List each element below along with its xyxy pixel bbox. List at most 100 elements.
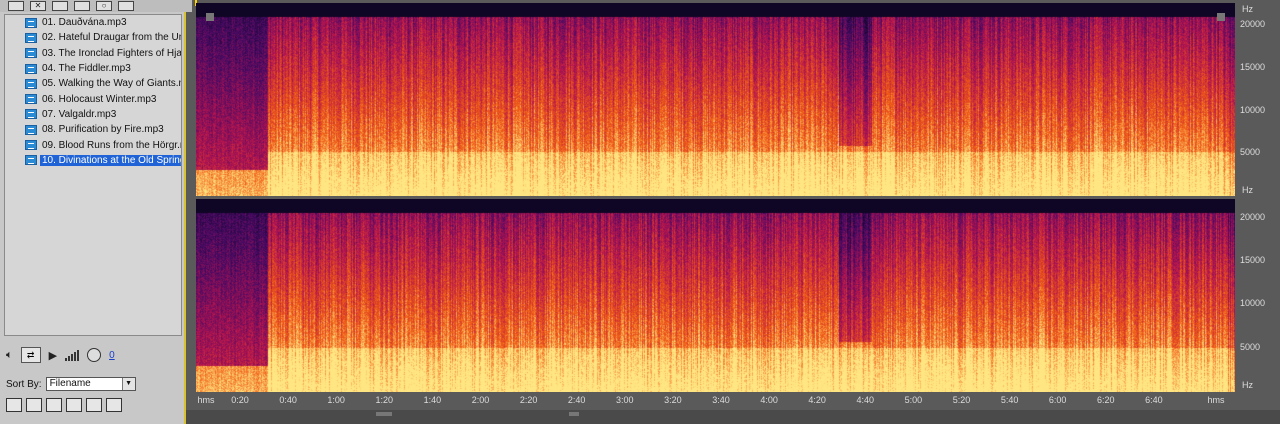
audio-file-icon: [25, 17, 37, 28]
file-name: 08. Purification by Fire.mp3: [42, 124, 164, 136]
hz-unit-label: Hz: [1242, 4, 1253, 14]
time-tick: 1:00: [327, 395, 345, 405]
freq-tick: 5000: [1240, 147, 1261, 157]
hz-unit-label: Hz: [1242, 380, 1253, 390]
volume-value[interactable]: 0: [109, 350, 115, 361]
time-tick: 0:40: [279, 395, 297, 405]
file-name: 04. The Fiddler.mp3: [42, 63, 131, 75]
files-bottom-toolbar: [6, 398, 122, 412]
volume-knob[interactable]: [87, 348, 102, 362]
time-tick: 0:20: [231, 395, 249, 405]
preview-transport: 🔈︎ ⇄ ▶ 0: [6, 344, 182, 366]
time-tick: 2:40: [567, 395, 586, 405]
time-tick: 3:20: [664, 395, 682, 405]
file-list[interactable]: 01. Dauðvána.mp3 02. Hateful Draugar fro…: [4, 14, 182, 336]
status-strip: [186, 410, 1280, 424]
freq-tick: 15000: [1240, 255, 1266, 265]
volume-meter-icon: [65, 349, 80, 361]
time-unit-label: hms: [1207, 395, 1225, 405]
time-tick: 1:40: [423, 395, 442, 405]
file-list-item[interactable]: 02. Hateful Draugar from the Und: [5, 30, 181, 45]
panel-menu-icon[interactable]: [118, 1, 134, 11]
scroll-marker[interactable]: [376, 412, 392, 416]
open-file-icon[interactable]: [8, 1, 24, 11]
time-tick: 3:00: [616, 395, 634, 405]
freq-tick: 5000: [1240, 342, 1261, 352]
sort-label: Sort By:: [6, 378, 42, 390]
frequency-axis-top: Hz 20000 15000 10000 5000 Hz: [1236, 0, 1280, 196]
time-tick: 6:40: [1145, 395, 1163, 405]
time-unit-label: hms: [197, 395, 215, 405]
audio-file-icon: [25, 94, 37, 105]
time-tick: 1:20: [375, 395, 394, 405]
show-loops-icon[interactable]: [26, 398, 42, 412]
loop-button[interactable]: ⇄: [20, 347, 41, 363]
file-name: 10. Divinations at the Old Springs: [40, 154, 181, 166]
file-list-item[interactable]: 07. Valgaldr.mp3: [5, 107, 181, 122]
sort-dropdown[interactable]: Filename ▼: [45, 377, 136, 391]
show-midi-icon[interactable]: [66, 398, 82, 412]
time-tick: 5:40: [1000, 395, 1019, 405]
time-tick: 2:20: [519, 395, 538, 405]
file-list-item[interactable]: 08. Purification by Fire.mp3: [5, 122, 181, 137]
sort-value: Filename: [49, 378, 91, 389]
file-list-item[interactable]: 04. The Fiddler.mp3: [5, 61, 181, 76]
auto-play-icon[interactable]: [106, 398, 122, 412]
file-list-item[interactable]: 01. Dauðvána.mp3: [5, 15, 181, 30]
freq-tick: 20000: [1240, 19, 1266, 29]
audio-file-icon: [25, 48, 37, 59]
full-path-icon[interactable]: [86, 398, 102, 412]
scroll-marker[interactable]: [569, 412, 579, 416]
file-name: 05. Walking the Way of Giants.mp: [42, 78, 182, 90]
file-name: 09. Blood Runs from the Hörgr.mp: [42, 139, 182, 151]
time-tick: 6:00: [1048, 395, 1067, 405]
spectrogram-right-channel[interactable]: [196, 199, 1235, 392]
audio-file-icon: [25, 32, 37, 43]
time-tick: 6:20: [1097, 395, 1115, 405]
file-name: 01. Dauðvána.mp3: [42, 17, 127, 29]
time-tick: 2:00: [471, 395, 490, 405]
file-list-item[interactable]: 06. Holocaust Winter.mp3: [5, 91, 181, 106]
time-ruler[interactable]: hms 0:20 0:40 1:00 1:20 1:40 2:00 2:20 2:40 3:00…: [196, 393, 1235, 409]
multitrack-icon[interactable]: [74, 1, 90, 11]
freq-tick: 10000: [1240, 105, 1266, 115]
files-panel: ✕ ○ 01. Dauðvána.mp3 02. Hateful Draugar…: [0, 0, 192, 424]
spectrogram-canvas: [196, 3, 1235, 196]
files-toolbar: ✕ ○: [0, 0, 192, 12]
file-name: 02. Hateful Draugar from the Und: [42, 32, 182, 44]
time-tick: 4:40: [856, 395, 875, 405]
stop-icon[interactable]: ○: [96, 1, 112, 11]
frequency-axis-bottom: 20000 15000 10000 5000 Hz: [1236, 196, 1280, 392]
spectrogram-canvas: [196, 199, 1235, 392]
file-list-item[interactable]: 05. Walking the Way of Giants.mp: [5, 76, 181, 91]
audio-file-icon: [25, 124, 37, 135]
file-name: 06. Holocaust Winter.mp3: [42, 93, 157, 105]
hz-unit-label: Hz: [1242, 185, 1253, 195]
close-file-icon[interactable]: ✕: [30, 1, 46, 11]
freq-tick: 10000: [1240, 298, 1266, 308]
audio-file-icon: [25, 109, 37, 120]
time-tick: 3:40: [712, 395, 730, 405]
time-tick: 5:00: [904, 395, 923, 405]
time-tick: 5:20: [952, 395, 971, 405]
insert-icon[interactable]: [52, 1, 68, 11]
chevron-down-icon: ▼: [121, 378, 135, 390]
audio-file-icon: [25, 63, 37, 74]
audio-file-icon: [25, 78, 37, 89]
time-tick: 4:20: [808, 395, 826, 405]
show-video-icon[interactable]: [46, 398, 62, 412]
corner-handle-icon[interactable]: [1217, 13, 1225, 21]
spectrogram-left-channel[interactable]: [196, 3, 1235, 196]
file-list-item-selected[interactable]: 10. Divinations at the Old Springs: [5, 153, 181, 168]
freq-tick: 15000: [1240, 62, 1266, 72]
time-tick: 4:00: [760, 395, 778, 405]
file-list-item[interactable]: 09. Blood Runs from the Hörgr.mp: [5, 137, 181, 152]
play-icon[interactable]: ▶: [49, 349, 57, 362]
freq-tick: 20000: [1240, 212, 1266, 222]
show-audio-files-icon[interactable]: [6, 398, 22, 412]
speaker-icon[interactable]: 🔈︎: [6, 349, 13, 362]
file-list-item[interactable]: 03. The Ironclad Fighters of Hjaðr: [5, 46, 181, 61]
audio-file-icon: [25, 140, 37, 151]
file-name: 03. The Ironclad Fighters of Hjaðr: [42, 47, 182, 59]
corner-handle-icon[interactable]: [206, 13, 214, 21]
